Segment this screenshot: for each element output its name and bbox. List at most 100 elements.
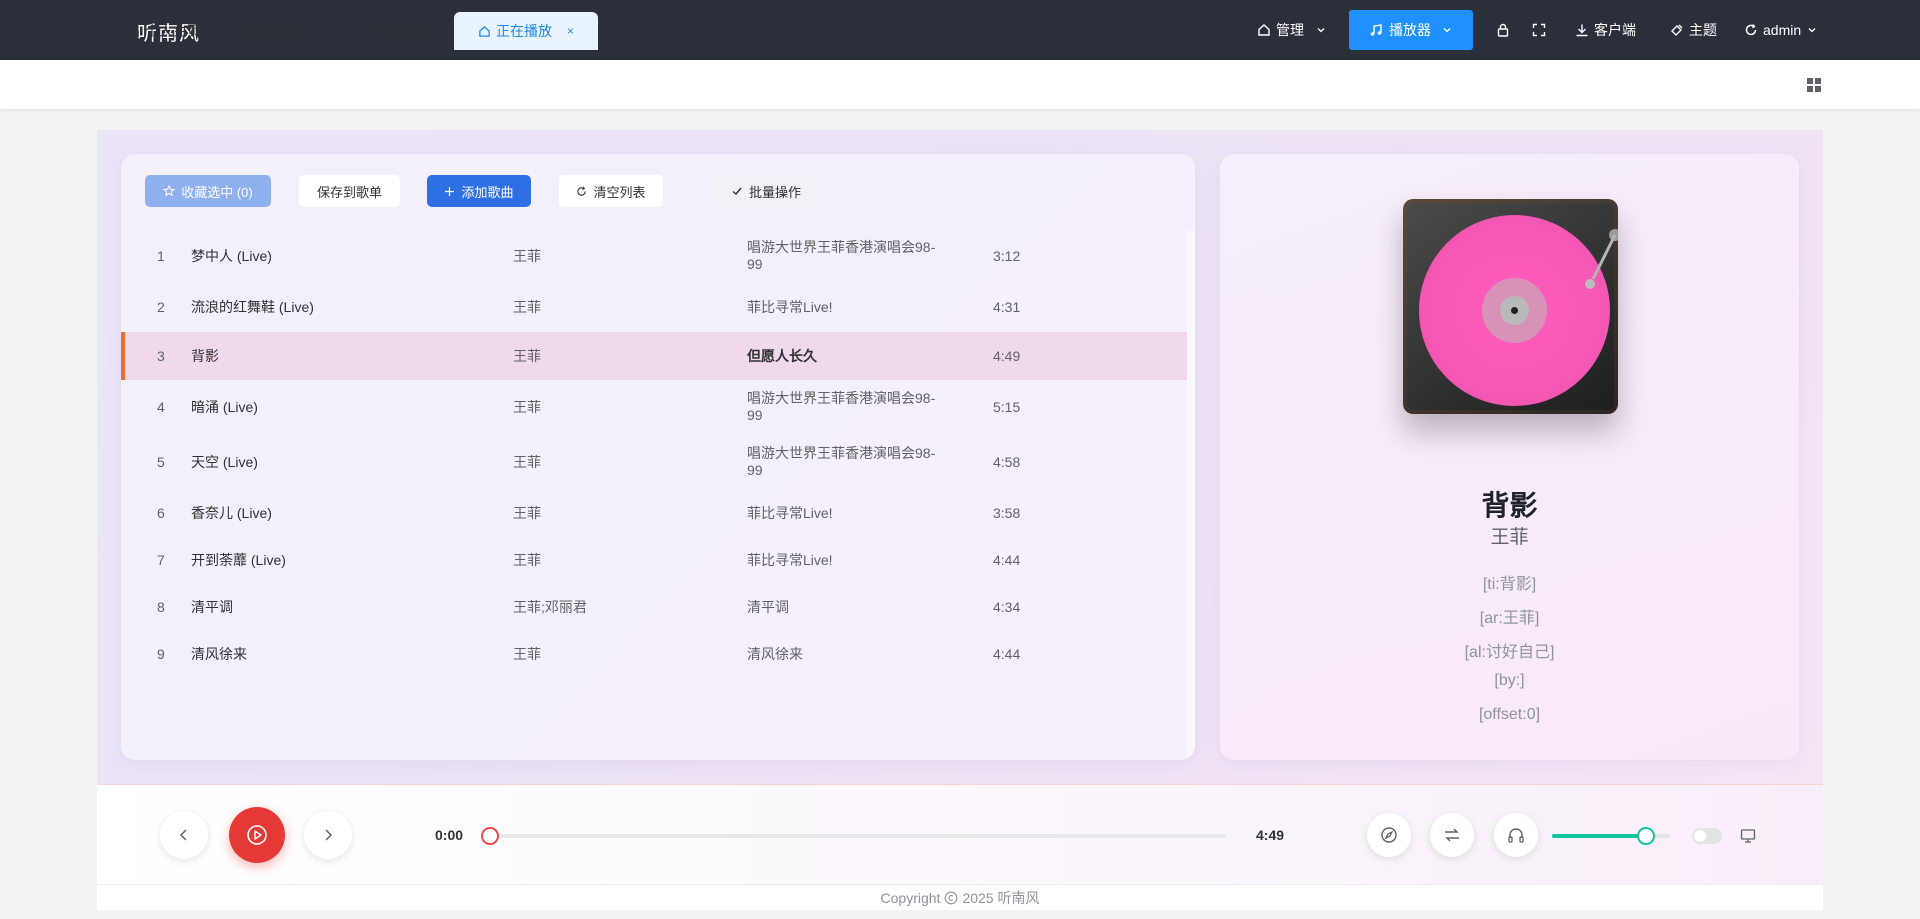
song-row[interactable]: 1 梦中人 (Live) 王菲 唱游大世界王菲香港演唱会98-99 3:12 (121, 230, 1187, 282)
tonearm-icon (1585, 229, 1618, 289)
song-row[interactable]: 4 暗涌 (Live) 王菲 唱游大世界王菲香港演唱会98-99 5:15 (121, 380, 1187, 434)
client-label: 客户端 (1594, 22, 1636, 38)
turntable-artwork (1403, 199, 1618, 414)
song-artist: 王菲 (513, 505, 541, 521)
compass-icon (1381, 827, 1397, 843)
toggle-knob (1694, 830, 1706, 842)
clear-list-button[interactable]: 清空列表 (559, 175, 663, 207)
song-album: 唱游大世界王菲香港演唱会98-99 (747, 239, 936, 272)
song-number: 8 (157, 599, 165, 615)
song-row[interactable]: 3 背影 王菲 但愿人长久 4:49 (121, 332, 1187, 380)
next-button[interactable] (304, 811, 352, 859)
headset-button[interactable] (1494, 813, 1538, 857)
song-title: 清风徐来 (191, 646, 247, 662)
song-duration: 4:49 (993, 348, 1021, 364)
clear-label: 清空列表 (593, 184, 646, 200)
player-label: 播放器 (1389, 22, 1431, 38)
compass-button[interactable] (1367, 813, 1411, 857)
tab-now-playing[interactable]: 正在播放 × (454, 12, 599, 50)
player-bar: 0:00 4:49 (97, 784, 1823, 884)
song-album: 菲比寻常Live! (747, 504, 833, 521)
copyright-text: Copyright (880, 889, 941, 906)
volume-thumb[interactable] (1637, 827, 1656, 845)
user-name: admin (1763, 22, 1802, 38)
grid-menu-icon[interactable] (1807, 78, 1821, 92)
song-list: 1 梦中人 (Live) 王菲 唱游大世界王菲香港演唱会98-99 3:12 2 流浪的红舞… (121, 230, 1187, 678)
song-title: 暗涌 (Live) (191, 399, 258, 415)
tab-close-icon[interactable]: × (567, 24, 574, 38)
star-icon (163, 185, 176, 197)
add-label: 添加歌曲 (461, 184, 514, 200)
theme-button[interactable]: 主题 (1670, 0, 1717, 60)
progress-thumb[interactable] (481, 827, 499, 845)
song-title: 清平调 (191, 599, 233, 615)
save-to-playlist-button[interactable]: 保存到歌单 (299, 175, 400, 207)
play-circle-icon (247, 825, 267, 845)
song-number: 9 (157, 646, 165, 662)
song-duration: 4:44 (993, 552, 1021, 568)
progress-bar[interactable] (481, 827, 1226, 845)
tab-music-management[interactable]: 音乐管理 (233, 12, 307, 50)
volume-slider[interactable] (1552, 827, 1670, 845)
theme-label: 主题 (1689, 22, 1717, 38)
tab-label: 正在播放 (496, 23, 552, 39)
tab-personal-home[interactable]: 个人主页 (127, 12, 201, 50)
song-title: 开到荼蘼 (Live) (191, 552, 286, 568)
batch-operation-button[interactable]: 批量操作 (711, 175, 821, 207)
add-song-button[interactable]: 添加歌曲 (427, 175, 531, 207)
player-menu-button[interactable]: 播放器 (1349, 10, 1473, 50)
song-duration: 3:58 (993, 505, 1021, 521)
toggle-switch[interactable] (1692, 828, 1722, 844)
collect-selected-button[interactable]: 收藏选中 (0) (145, 175, 271, 207)
song-row[interactable]: 2 流浪的红舞鞋 (Live) 王菲 菲比寻常Live! 4:31 (121, 282, 1187, 332)
song-duration: 5:15 (993, 399, 1021, 415)
song-title: 流浪的红舞鞋 (Live) (191, 299, 314, 315)
chevron-left-icon (179, 829, 187, 841)
lock-icon (1497, 23, 1509, 37)
previous-button[interactable] (160, 811, 208, 859)
song-artist: 王菲 (513, 248, 541, 264)
song-artist: 王菲 (513, 299, 541, 315)
save-label: 保存到歌单 (316, 184, 382, 200)
refresh-icon (577, 186, 587, 196)
song-title: 梦中人 (Live) (191, 248, 272, 264)
song-row[interactable]: 6 香奈儿 (Live) 王菲 菲比寻常Live! 3:58 (121, 490, 1187, 536)
manage-menu[interactable]: 管理 (1257, 0, 1327, 60)
home-icon (1258, 24, 1270, 36)
song-row[interactable]: 5 天空 (Live) 王菲 唱游大世界王菲香港演唱会98-99 4:58 (121, 434, 1187, 490)
play-mode-button[interactable] (1430, 813, 1474, 857)
song-album: 清风徐来 (747, 645, 803, 662)
shuffle-icon (1445, 828, 1459, 842)
user-menu[interactable]: admin (1744, 0, 1818, 60)
song-album: 清平调 (747, 598, 789, 615)
copyright-owner: 2025 听南风 (962, 889, 1040, 906)
song-artist: 王菲 (513, 348, 541, 364)
fullscreen-icon (1532, 23, 1546, 37)
song-duration: 4:58 (993, 454, 1021, 470)
song-row[interactable]: 8 清平调 王菲;邓丽君 清平调 4:34 (121, 584, 1187, 630)
song-number: 6 (157, 505, 165, 521)
client-download-button[interactable]: 客户端 (1575, 0, 1636, 60)
song-artist: 王菲;邓丽君 (513, 599, 587, 615)
song-artist: 王菲 (513, 454, 541, 470)
chevron-right-icon (325, 829, 333, 841)
lock-button[interactable] (1496, 0, 1510, 60)
footer: Copyright 2025 听南风 (97, 884, 1823, 910)
tab-label: 音乐管理 (251, 23, 307, 39)
song-list-scrollbar[interactable] (1187, 230, 1195, 760)
song-album: 唱游大世界王菲香港演唱会98-99 (747, 445, 936, 478)
song-album: 菲比寻常Live! (747, 298, 833, 315)
total-time: 4:49 (1256, 827, 1285, 843)
song-row[interactable]: 9 清风徐来 王菲 清风徐来 4:44 (121, 630, 1187, 678)
song-artist: 王菲 (513, 646, 541, 662)
song-number: 2 (157, 299, 165, 315)
fullscreen-button[interactable] (1532, 0, 1546, 60)
tab-version-management[interactable]: 版本管理 (356, 12, 430, 50)
play-button[interactable] (229, 807, 285, 863)
manage-label: 管理 (1276, 22, 1304, 38)
song-row[interactable]: 7 开到荼蘼 (Live) 王菲 菲比寻常Live! 4:44 (121, 536, 1187, 584)
lyric-line: [by:] (1494, 672, 1525, 689)
desktop-lyrics-button[interactable] (1740, 828, 1756, 847)
song-number: 3 (157, 348, 165, 364)
tab-label: 版本管理 (374, 23, 430, 39)
